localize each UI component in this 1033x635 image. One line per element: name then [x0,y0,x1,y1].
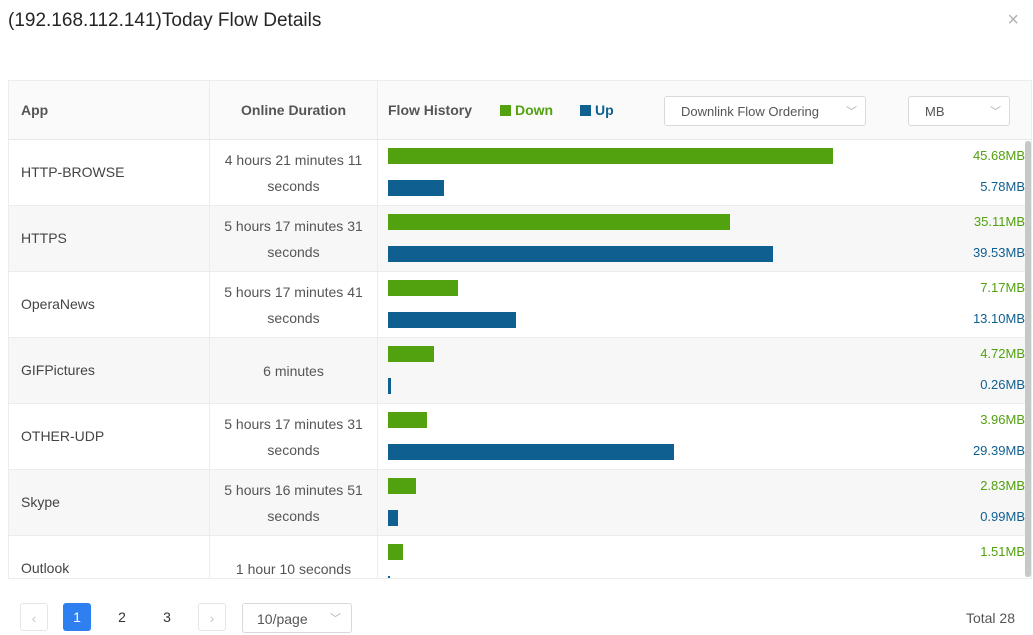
dialog-title: (192.168.112.141)Today Flow Details [8,10,322,31]
chevron-down-icon: ﹀ [846,106,857,118]
table-row: GIFPictures 6 minutes 4.72MB 0.26MB [9,338,1031,404]
down-flow-bar [388,280,458,296]
down-flow-bar [388,544,403,560]
table-row: HTTP-BROWSE 4 hours 21 minutes 11 seconds… [9,140,1031,206]
app-name: Skype [21,494,60,510]
up-flow-value: 0.99MB [980,509,1025,524]
down-flow-bar [388,214,731,230]
flow-order-select[interactable]: Downlink Flow Ordering ﹀ [664,96,866,126]
next-page-button[interactable]: › [198,603,226,631]
online-duration-cell: 1 hour 10 seconds [209,536,378,578]
down-flow-value: 1.51MB [980,544,1025,559]
unit-select[interactable]: MB ﹀ [908,96,1010,126]
up-flow-bar [388,444,675,460]
down-flow-bar [388,148,833,164]
table-row: Skype 5 hours 16 minutes 51 seconds 2.83MB… [9,470,1031,536]
page-1-button[interactable]: 1 [63,603,91,631]
up-flow-bar [388,312,516,328]
down-flow-bar [388,478,416,494]
up-flow-value: 0.07MB [980,575,1025,578]
up-flow-value: 13.10MB [972,311,1025,326]
down-flow-value: 45.68MB [972,148,1025,163]
chevron-down-icon: ﹀ [990,106,1001,118]
online-duration: 6 minutes [263,362,324,379]
up-flow-bar [388,378,391,394]
online-duration: 5 hours 17 minutes 31 seconds [224,217,363,260]
online-duration-cell: 5 hours 17 minutes 41 seconds [209,272,378,337]
online-duration: 5 hours 17 minutes 41 seconds [224,283,363,326]
close-icon[interactable]: × [1007,8,1019,32]
unit-value: MB [925,104,945,119]
header-online-duration: Online Duration [209,81,378,139]
flow-table: App Online Duration Flow History Down Up… [8,80,1032,579]
up-flow-bar [388,510,398,526]
down-flow-bar [388,346,434,362]
app-name: OperaNews [21,296,95,312]
down-flow-value: 4.72MB [980,346,1025,361]
table-body: HTTP-BROWSE 4 hours 21 minutes 11 seconds… [9,140,1031,578]
legend-down-swatch [500,105,511,116]
app-name: Outlook [21,560,70,576]
header-app: App [21,102,49,118]
table-row: OTHER-UDP 5 hours 17 minutes 31 seconds 3.… [9,404,1031,470]
up-flow-bar [388,246,774,262]
up-flow-value: 0.26MB [980,377,1025,392]
table-row: Outlook 1 hour 10 seconds 1.51MB 0.07MB [9,536,1031,578]
app-name: OTHER-UDP [21,428,105,444]
app-name: HTTPS [21,230,67,246]
table-row: OperaNews 5 hours 17 minutes 41 seconds 7.… [9,272,1031,338]
online-duration-cell: 5 hours 17 minutes 31 seconds [209,206,378,271]
online-duration-cell: 5 hours 17 minutes 31 seconds [209,404,378,469]
up-flow-bar [388,180,445,196]
online-duration: 1 hour 10 seconds [235,560,352,577]
down-flow-value: 3.96MB [980,412,1025,427]
legend-down-label: Down [515,102,554,118]
online-duration: 5 hours 17 minutes 31 seconds [224,415,363,458]
scrollbar-thumb[interactable] [1025,141,1031,577]
table-header: App Online Duration Flow History Down Up… [9,81,1031,140]
table-row: HTTPS 5 hours 17 minutes 31 seconds 35.11M… [9,206,1031,272]
online-duration: 4 hours 21 minutes 11 seconds [224,151,363,194]
legend-up: Up [580,81,614,139]
total-count: Total 28 [965,610,1015,626]
online-duration: 5 hours 16 minutes 51 seconds [224,481,363,524]
down-flow-value: 7.17MB [980,280,1025,295]
app-name: HTTP-BROWSE [21,164,125,180]
legend-up-label: Up [595,102,614,118]
down-flow-bar [388,412,427,428]
legend-up-swatch [580,105,591,116]
prev-page-button[interactable]: ‹ [20,603,48,631]
flow-order-value: Downlink Flow Ordering [681,104,819,119]
header-flow-history: Flow History [388,102,473,118]
up-flow-value: 5.78MB [980,179,1025,194]
down-flow-value: 35.11MB [973,214,1025,229]
up-flow-value: 29.39MB [972,443,1025,458]
online-duration-cell: 4 hours 21 minutes 11 seconds [209,140,378,205]
online-duration-cell: 5 hours 16 minutes 51 seconds [209,470,378,535]
online-duration-cell: 6 minutes [209,338,378,403]
down-flow-value: 2.83MB [980,478,1025,493]
page-3-button[interactable]: 3 [153,603,181,631]
page-size-select[interactable]: 10/page ﹀ [242,603,352,633]
legend-down: Down [500,81,553,139]
chevron-down-icon: ﹀ [330,613,341,625]
up-flow-value: 39.53MB [972,245,1025,260]
page-size-value: 10/page [257,611,308,627]
app-name: GIFPictures [21,362,95,378]
up-flow-bar [388,576,390,578]
page-2-button[interactable]: 2 [108,603,136,631]
